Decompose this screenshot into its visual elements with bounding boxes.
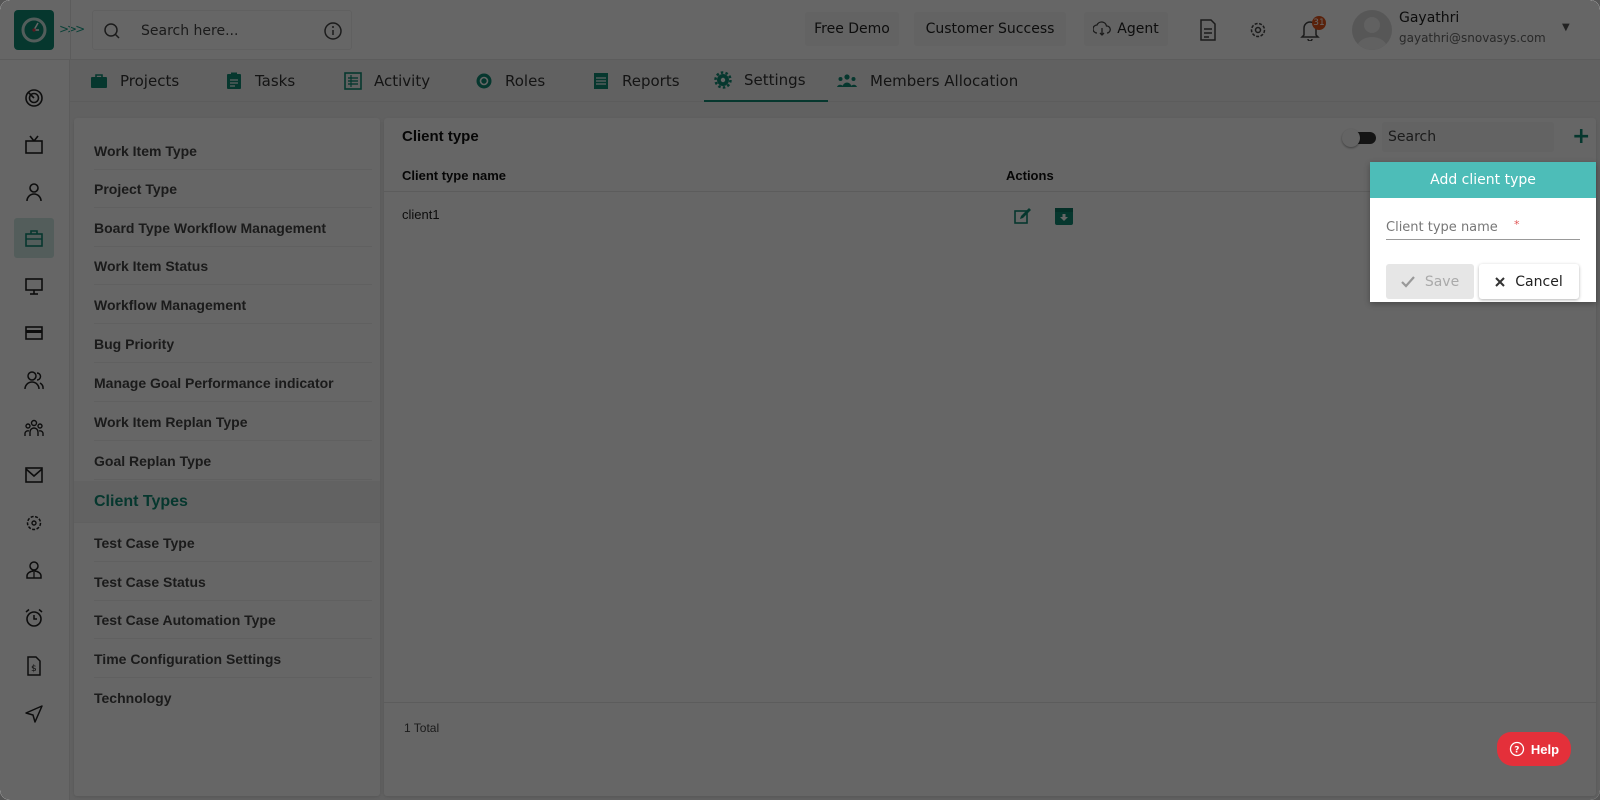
help-button[interactable]: ? Help (1497, 732, 1571, 766)
modal-backdrop[interactable] (0, 0, 1600, 800)
add-client-type-popup: Add client type * Save Cancel (1370, 162, 1596, 302)
required-mark: * (1514, 218, 1520, 231)
close-icon (1495, 276, 1505, 287)
client-type-name-field: * (1386, 216, 1580, 240)
help-label: Help (1530, 741, 1560, 757)
help-circle-icon: ? (1509, 741, 1525, 757)
check-icon (1401, 275, 1415, 288)
client-type-name-input[interactable] (1386, 216, 1580, 239)
app-window: >>> Free Demo Customer Success (0, 0, 1600, 800)
save-button[interactable]: Save (1386, 264, 1474, 299)
save-label: Save (1424, 273, 1460, 290)
svg-text:?: ? (1514, 746, 1519, 756)
cancel-button[interactable]: Cancel (1479, 264, 1579, 299)
popup-title: Add client type (1370, 162, 1596, 198)
cancel-label: Cancel (1515, 273, 1563, 290)
